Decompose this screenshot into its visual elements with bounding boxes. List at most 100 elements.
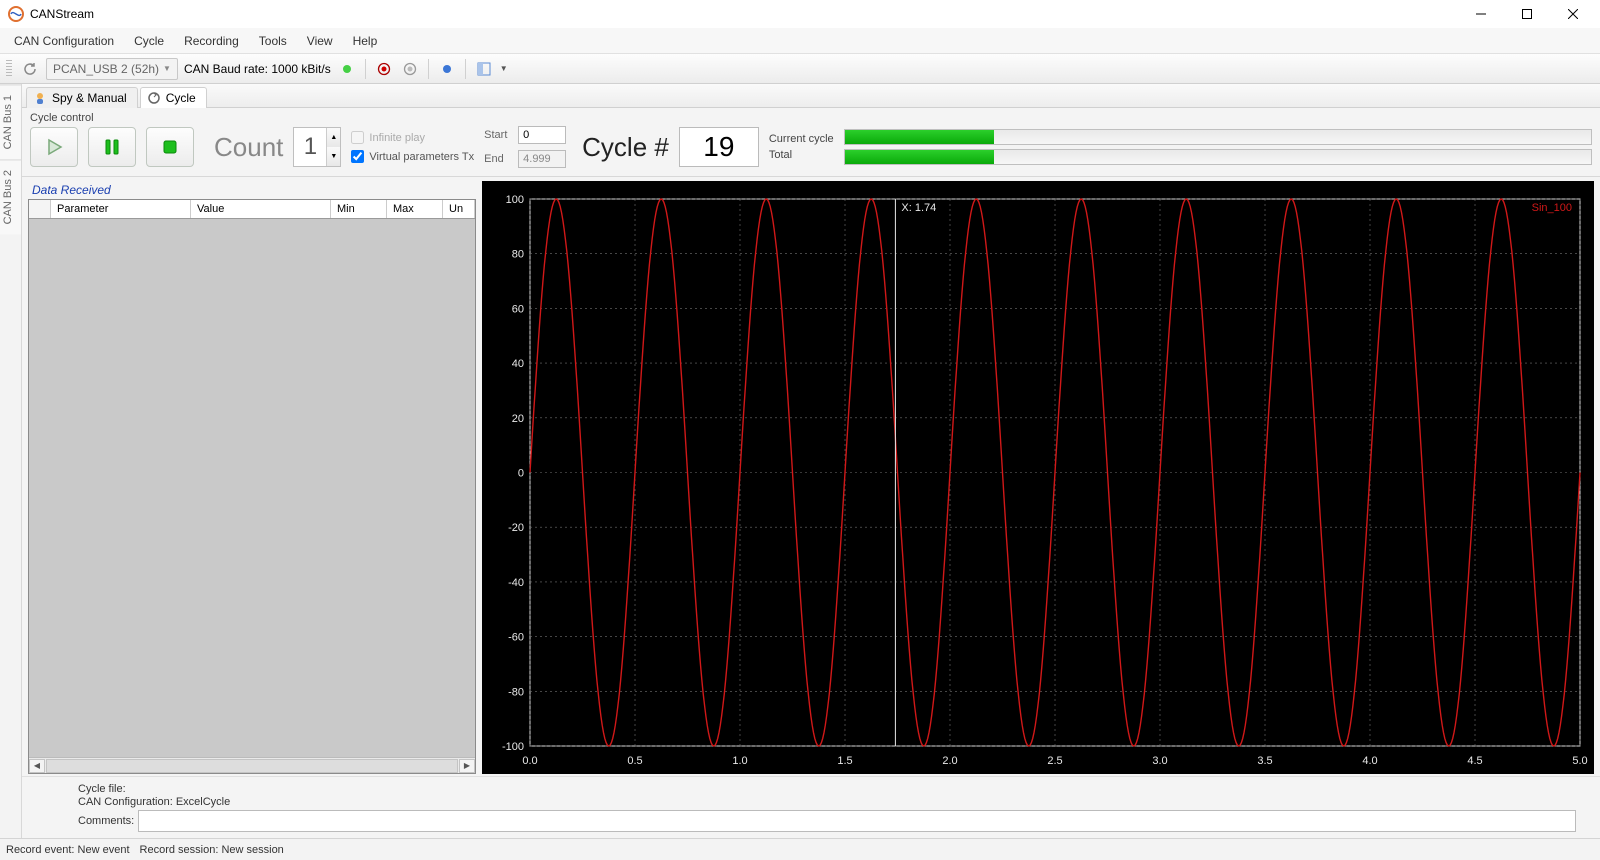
infinite-play-label: Infinite play [369, 132, 425, 144]
layout-button[interactable] [474, 59, 494, 79]
total-label: Total [769, 149, 834, 161]
menu-bar: CAN Configuration Cycle Recording Tools … [0, 28, 1600, 54]
svg-text:2.0: 2.0 [942, 755, 957, 767]
marker-button[interactable] [437, 59, 457, 79]
chevron-down-icon[interactable]: ▼ [500, 64, 508, 73]
end-label: End [484, 153, 512, 165]
stop-button[interactable] [146, 127, 194, 167]
comments-input[interactable] [138, 810, 1576, 832]
total-progress [844, 149, 1592, 165]
data-received-title: Data Received [28, 181, 476, 199]
svg-text:60: 60 [512, 303, 524, 315]
col-value[interactable]: Value [191, 200, 331, 218]
svg-text:20: 20 [512, 413, 524, 425]
svg-text:2.5: 2.5 [1047, 755, 1062, 767]
svg-text:0.0: 0.0 [522, 755, 537, 767]
menu-view[interactable]: View [297, 30, 343, 52]
play-button[interactable] [30, 127, 78, 167]
status-record-event: Record event: New event [6, 844, 130, 856]
svg-text:-80: -80 [508, 686, 524, 698]
menu-recording[interactable]: Recording [174, 30, 249, 52]
svg-text:-20: -20 [508, 522, 524, 534]
data-received-pane: Data Received Parameter Value Min Max Un… [28, 181, 476, 774]
maximize-button[interactable] [1504, 0, 1550, 28]
grid-scrollbar-horizontal[interactable]: ◀ ▶ [29, 757, 475, 773]
grid-body [29, 219, 475, 757]
menu-tools[interactable]: Tools [249, 30, 297, 52]
svg-text:1.0: 1.0 [732, 755, 747, 767]
scroll-track[interactable] [46, 759, 458, 773]
status-record-session: Record session: New session [140, 844, 284, 856]
status-led-icon [337, 59, 357, 79]
tab-cycle[interactable]: Cycle [140, 87, 207, 108]
spy-icon [33, 91, 47, 105]
virtual-params-label: Virtual parameters Tx [369, 151, 474, 163]
menu-can-configuration[interactable]: CAN Configuration [4, 30, 124, 52]
count-value: 1 [294, 128, 326, 166]
start-label: Start [484, 129, 512, 141]
tab-label: Spy & Manual [52, 91, 127, 105]
comments-label: Comments: [78, 815, 134, 827]
side-tab-can-bus-1[interactable]: CAN Bus 1 [0, 84, 21, 159]
svg-text:80: 80 [512, 249, 524, 261]
current-cycle-progress [844, 129, 1592, 145]
side-tab-strip: CAN Bus 1 CAN Bus 2 [0, 84, 22, 838]
stop-record-button[interactable] [400, 59, 420, 79]
baud-label: CAN Baud rate: 1000 kBit/s [184, 62, 331, 76]
pause-button[interactable] [88, 127, 136, 167]
menu-cycle[interactable]: Cycle [124, 30, 174, 52]
data-grid[interactable]: Parameter Value Min Max Un ◀ ▶ [28, 199, 476, 774]
graph-pane[interactable]: 100806040200-20-40-60-80-1000.00.51.01.5… [482, 181, 1594, 774]
svg-text:0.5: 0.5 [627, 755, 642, 767]
window-title: CANStream [30, 7, 94, 21]
record-button[interactable] [374, 59, 394, 79]
cycle-control-label: Cycle control [30, 112, 1592, 124]
close-button[interactable] [1550, 0, 1596, 28]
svg-text:-100: -100 [502, 741, 524, 753]
svg-text:X: 1.74: X: 1.74 [901, 202, 936, 214]
cycle-control-panel: Cycle control Count 1 ▲ ▼ [22, 108, 1600, 177]
cycle-number-label: Cycle # [582, 132, 669, 163]
title-bar: CANStream [0, 0, 1600, 28]
col-un[interactable]: Un [443, 200, 475, 218]
grid-corner[interactable] [29, 200, 51, 218]
tab-spy-manual[interactable]: Spy & Manual [26, 87, 138, 108]
virtual-params-input[interactable] [351, 150, 364, 163]
col-parameter[interactable]: Parameter [51, 200, 191, 218]
spinner-up[interactable]: ▲ [327, 128, 340, 147]
device-dropdown[interactable]: PCAN_USB 2 (52h) ▼ [46, 58, 178, 80]
graph-svg: 100806040200-20-40-60-80-1000.00.51.01.5… [482, 181, 1594, 774]
grid-header: Parameter Value Min Max Un [29, 200, 475, 219]
cycle-file-label: Cycle file: [78, 783, 1576, 795]
device-label: PCAN_USB 2 (52h) [53, 62, 159, 76]
cycle-icon [147, 91, 161, 105]
status-bar: Record event: New event Record session: … [0, 838, 1600, 860]
count-spinner[interactable]: 1 ▲ ▼ [293, 127, 341, 167]
infinite-play-checkbox[interactable]: Infinite play [351, 131, 474, 144]
col-max[interactable]: Max [387, 200, 443, 218]
scroll-left-button[interactable]: ◀ [29, 759, 45, 773]
refresh-button[interactable] [20, 59, 40, 79]
app-icon [8, 6, 24, 22]
svg-text:-60: -60 [508, 632, 524, 644]
svg-text:Sin_100: Sin_100 [1532, 202, 1572, 214]
start-input[interactable] [518, 126, 566, 144]
virtual-params-checkbox[interactable]: Virtual parameters Tx [351, 150, 474, 163]
svg-text:0: 0 [518, 468, 524, 480]
side-tab-can-bus-2[interactable]: CAN Bus 2 [0, 159, 21, 234]
minimize-button[interactable] [1458, 0, 1504, 28]
spinner-down[interactable]: ▼ [327, 147, 340, 166]
svg-text:40: 40 [512, 358, 524, 370]
end-input[interactable] [518, 150, 566, 168]
svg-text:4.5: 4.5 [1467, 755, 1482, 767]
can-config-label: CAN Configuration: ExcelCycle [78, 796, 1576, 808]
infinite-play-input[interactable] [351, 131, 364, 144]
scroll-right-button[interactable]: ▶ [459, 759, 475, 773]
svg-text:3.0: 3.0 [1152, 755, 1167, 767]
toolbar: PCAN_USB 2 (52h) ▼ CAN Baud rate: 1000 k… [0, 54, 1600, 84]
count-label: Count [214, 132, 283, 163]
svg-text:100: 100 [506, 194, 524, 206]
menu-help[interactable]: Help [343, 30, 388, 52]
col-min[interactable]: Min [331, 200, 387, 218]
document-tabs: Spy & Manual Cycle [22, 84, 1600, 108]
